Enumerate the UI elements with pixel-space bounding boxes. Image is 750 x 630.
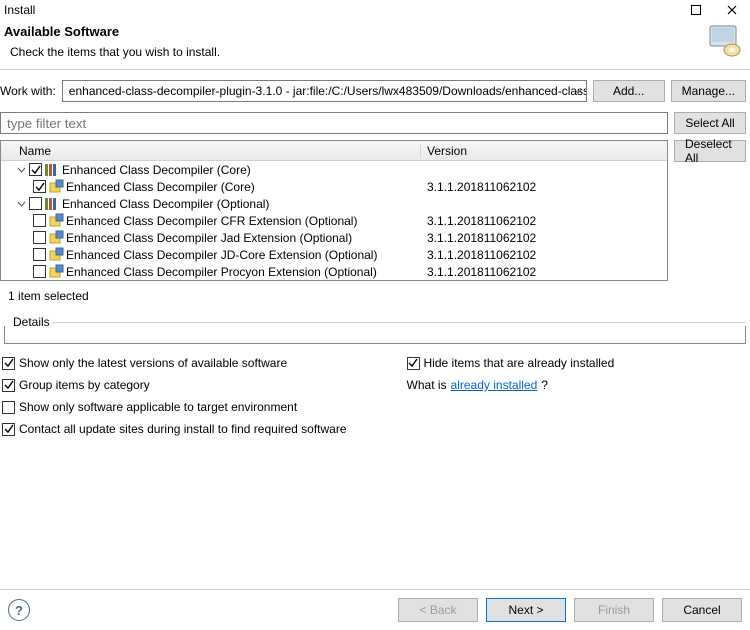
work-with-label: Work with: <box>0 84 56 98</box>
filter-input[interactable] <box>0 112 668 134</box>
tree-item-version: 3.1.1.201811062102 <box>421 214 667 228</box>
tree-checkbox[interactable] <box>33 248 46 261</box>
banner-subtitle: Check the items that you wish to install… <box>10 45 706 59</box>
tree-item-label: Enhanced Class Decompiler (Optional) <box>62 197 269 211</box>
feature-icon <box>48 179 64 195</box>
checkbox-icon <box>407 357 420 370</box>
tree-item-version: 3.1.1.201811062102 <box>421 231 667 245</box>
category-icon <box>44 162 60 178</box>
opt-hide-installed[interactable]: Hide items that are already installed <box>407 356 615 370</box>
window-title: Install <box>4 3 35 17</box>
feature-icon <box>48 247 64 263</box>
tree-item-label: Enhanced Class Decompiler Jad Extension … <box>66 231 352 245</box>
title-bar: Install <box>0 0 750 20</box>
cancel-button[interactable]: Cancel <box>662 598 742 622</box>
software-tree[interactable]: Name Version Enhanced Class Decompiler (… <box>0 140 668 281</box>
checkbox-icon <box>2 357 15 370</box>
tree-feature-row[interactable]: Enhanced Class Decompiler (Core) 3.1.1.20… <box>1 178 667 195</box>
opt-target-env[interactable]: Show only software applicable to target … <box>2 400 347 414</box>
details-group: Details <box>4 315 746 344</box>
chevron-down-icon[interactable] <box>15 199 27 208</box>
tree-checkbox[interactable] <box>33 231 46 244</box>
tree-category-row[interactable]: Enhanced Class Decompiler (Core) <box>1 161 667 178</box>
checkbox-icon <box>2 423 15 436</box>
tree-item-version: 3.1.1.201811062102 <box>421 180 667 194</box>
feature-icon <box>48 230 64 246</box>
work-with-combo[interactable]: enhanced-class-decompiler-plugin-3.1.0 -… <box>62 80 587 102</box>
tree-checkbox[interactable] <box>33 180 46 193</box>
chevron-down-icon[interactable] <box>15 165 27 174</box>
tree-feature-row[interactable]: Enhanced Class Decompiler CFR Extension … <box>1 212 667 229</box>
tree-item-version: 3.1.1.201811062102 <box>421 265 667 279</box>
already-installed-hint: What is already installed ? <box>407 378 615 392</box>
feature-icon <box>48 213 64 229</box>
next-button[interactable]: Next > <box>486 598 566 622</box>
feature-icon <box>48 264 64 280</box>
tree-item-label: Enhanced Class Decompiler Procyon Extens… <box>66 265 377 279</box>
help-icon[interactable]: ? <box>8 599 30 621</box>
filter-row: Select All <box>0 108 750 138</box>
opt-contact-sites[interactable]: Contact all update sites during install … <box>2 422 347 436</box>
tree-category-row[interactable]: Enhanced Class Decompiler (Optional) <box>1 195 667 212</box>
tree-header: Name Version <box>1 141 667 161</box>
work-with-row: Work with: enhanced-class-decompiler-plu… <box>0 74 750 108</box>
chevron-down-icon <box>574 84 582 98</box>
add-button[interactable]: Add... <box>593 80 665 102</box>
tree-item-version: 3.1.1.201811062102 <box>421 248 667 262</box>
tree-item-label: Enhanced Class Decompiler CFR Extension … <box>66 214 357 228</box>
maximize-icon[interactable] <box>678 0 714 20</box>
deselect-all-button[interactable]: Deselect All <box>674 140 746 162</box>
tree-checkbox[interactable] <box>29 163 42 176</box>
already-installed-link[interactable]: already installed <box>451 378 538 392</box>
wizard-footer: ? < Back Next > Finish Cancel <box>0 589 750 630</box>
install-options: Show only the latest versions of availab… <box>0 344 750 436</box>
work-with-value: enhanced-class-decompiler-plugin-3.1.0 -… <box>69 84 587 98</box>
tree-item-label: Enhanced Class Decompiler JD-Core Extens… <box>66 248 377 262</box>
tree-item-label: Enhanced Class Decompiler (Core) <box>66 180 255 194</box>
back-button: < Back <box>398 598 478 622</box>
opt-group[interactable]: Group items by category <box>2 378 347 392</box>
install-wizard-icon <box>706 24 742 58</box>
category-icon <box>44 196 60 212</box>
finish-button: Finish <box>574 598 654 622</box>
selection-status: 1 item selected <box>0 281 750 311</box>
details-text[interactable] <box>4 326 746 344</box>
close-icon[interactable] <box>714 0 750 20</box>
tree-checkbox[interactable] <box>33 214 46 227</box>
banner-title: Available Software <box>4 24 706 39</box>
tree-feature-row[interactable]: Enhanced Class Decompiler Procyon Extens… <box>1 263 667 280</box>
tree-item-label: Enhanced Class Decompiler (Core) <box>62 163 251 177</box>
details-label: Details <box>10 315 53 329</box>
tree-feature-row[interactable]: Enhanced Class Decompiler Jad Extension … <box>1 229 667 246</box>
select-all-button[interactable]: Select All <box>674 112 746 134</box>
wizard-banner: Available Software Check the items that … <box>0 20 750 69</box>
column-name[interactable]: Name <box>1 144 421 158</box>
manage-button[interactable]: Manage... <box>671 80 746 102</box>
checkbox-icon <box>2 401 15 414</box>
opt-latest[interactable]: Show only the latest versions of availab… <box>2 356 347 370</box>
tree-checkbox[interactable] <box>33 265 46 278</box>
tree-feature-row[interactable]: Enhanced Class Decompiler JD-Core Extens… <box>1 246 667 263</box>
tree-checkbox[interactable] <box>29 197 42 210</box>
checkbox-icon <box>2 379 15 392</box>
column-version[interactable]: Version <box>421 144 667 158</box>
